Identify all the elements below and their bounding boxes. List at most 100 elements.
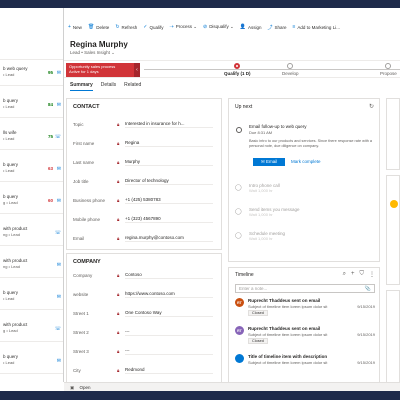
lead-list-item[interactable]: lls wife • Lead 75 ☏ xyxy=(0,128,63,150)
lead-list-item[interactable]: with product ng • Lead ☏ xyxy=(0,224,63,246)
cmd-label: Delete xyxy=(96,24,110,30)
stage-qualify[interactable]: Qualify (1 D) xyxy=(224,63,251,76)
field-value[interactable]: https://www.contoso.com xyxy=(125,291,213,298)
cmd-add-list-button[interactable]: ≡ Add to Marketing Li... xyxy=(293,24,340,30)
contact-section: CONTACT Topic 🔒︎ Interested in insurance f… xyxy=(66,98,222,250)
phone-icon[interactable]: ☏ xyxy=(55,326,61,332)
field-value[interactable]: +1 (425) 5380783 xyxy=(125,197,213,204)
stage-propose[interactable]: Propose xyxy=(380,63,397,76)
email-icon[interactable]: ✉ xyxy=(57,198,61,204)
lead-score: 95 xyxy=(47,70,53,75)
field-label: Last name xyxy=(73,159,95,165)
field-label: First name xyxy=(73,140,95,146)
refresh-icon[interactable]: ↻ xyxy=(369,103,374,110)
lead-list-item[interactable]: b web query • Lead 95 ✉ xyxy=(0,64,63,86)
email-button[interactable]: ✉ Email xyxy=(253,158,286,166)
cmd-qualify-button[interactable]: ✓ Qualify xyxy=(143,24,163,30)
stage-label: Qualify (1 D) xyxy=(224,71,251,76)
lead-list-item[interactable]: b query • Lead 63 ✉ xyxy=(0,160,63,182)
filter-icon[interactable]: ⛉ xyxy=(359,271,364,278)
cmd-process-button[interactable]: ⇢ Process ⌄ xyxy=(170,24,197,30)
lead-list-item[interactable]: b query • Lead ✉ xyxy=(0,288,63,310)
lead-subtitle: • Lead xyxy=(3,296,15,301)
section-title: CONTACT xyxy=(73,104,100,110)
field-value[interactable]: Redmond xyxy=(125,367,213,374)
email-icon[interactable]: ✉ xyxy=(57,70,61,76)
lead-list-item[interactable]: with product g • Lead ☏ xyxy=(0,320,63,342)
lead-subtitle: ng • Lead xyxy=(3,232,20,237)
phone-icon[interactable]: ☏ xyxy=(55,134,61,140)
attach-icon[interactable]: 📎 xyxy=(365,286,371,292)
field-lock-icon: 🔒︎ xyxy=(117,140,120,146)
process-duration: Active for 1 days xyxy=(69,69,99,74)
upcoming-activity[interactable]: ◯ Intro phone call Wait 1,000 hr xyxy=(235,183,375,193)
activity-checkbox[interactable] xyxy=(236,127,242,133)
field-value[interactable]: Regina xyxy=(125,140,213,147)
field-value[interactable]: regina.murphy@contoso.com xyxy=(125,235,213,242)
timeline-item[interactable]: RT Ruprecht Thaddeus sent on email Subject… xyxy=(235,298,375,316)
business-process-flow: Opportunity sales process Active for 1 d… xyxy=(64,60,400,78)
phone-icon[interactable]: ☏ xyxy=(55,230,61,236)
email-icon[interactable]: ✉ xyxy=(57,262,61,268)
field-row: Topic 🔒︎ Interested in insurance for h... xyxy=(73,119,213,129)
chevron-left-icon[interactable]: ‹ xyxy=(134,63,140,77)
timeline-item-date: 9/15/2019 xyxy=(357,332,375,337)
field-label: Street 1 xyxy=(73,310,89,316)
qualify-icon: ✓ xyxy=(143,24,148,30)
lead-list-item[interactable]: b query • Lead 84 ✉ xyxy=(0,96,63,118)
stage-icon xyxy=(287,63,294,69)
timeline-item-title: Ruprecht Thaddeus sent on email xyxy=(248,326,321,331)
email-icon[interactable]: ✉ xyxy=(57,294,61,300)
email-icon[interactable]: ✉ xyxy=(57,166,61,172)
field-value[interactable]: --- xyxy=(125,329,213,336)
field-row: Mobile phone 🔒︎ +1 (323) 4567890 xyxy=(73,214,213,224)
cmd-delete-button[interactable]: 🗑 Delete xyxy=(88,24,109,30)
upcoming-activity[interactable]: ◯ Send items you message Wait 1,000 hr xyxy=(235,207,375,217)
stage-develop[interactable]: Develop xyxy=(282,63,299,76)
cmd-share-button[interactable]: ⤴ Share xyxy=(267,24,286,31)
lead-name: b query xyxy=(3,290,19,295)
field-value[interactable]: Director of technology xyxy=(125,178,213,185)
right-panel-3 xyxy=(386,290,400,383)
assign-icon: 👤 xyxy=(239,24,246,30)
field-label: City xyxy=(73,367,81,373)
tab-details[interactable]: Details xyxy=(101,82,116,91)
search-icon[interactable]: ⌕ xyxy=(343,271,346,278)
email-icon[interactable]: ✉ xyxy=(57,102,61,108)
timeline-item[interactable]: RT Ruprecht Thaddeus sent on email Subject… xyxy=(235,326,375,344)
cmd-assign-button[interactable]: 👤 Assign xyxy=(240,24,262,30)
timeline-item-title: Ruprecht Thaddeus sent on email xyxy=(248,298,321,303)
field-value[interactable]: Contoso xyxy=(125,272,213,279)
record-form-selector[interactable]: Lead • Sales Insight ⌄ xyxy=(70,50,400,56)
field-value[interactable]: Murphy xyxy=(125,159,213,166)
process-icon: ⇢ xyxy=(169,24,174,30)
field-value[interactable]: One Contoso Way xyxy=(125,310,213,317)
status-badge: Closed xyxy=(248,310,268,316)
tab-related[interactable]: Related xyxy=(124,82,141,91)
taskbar xyxy=(0,391,400,400)
activity-title[interactable]: Email follow-up to web query xyxy=(249,124,373,129)
lead-subtitle: ng • Lead xyxy=(3,264,20,269)
timeline-note-input[interactable]: Enter a note... xyxy=(235,284,375,293)
timeline-item[interactable]: Title of timeline item with description S… xyxy=(235,354,375,365)
lead-score: 84 xyxy=(47,102,53,107)
more-icon[interactable]: ⋮ xyxy=(369,271,375,278)
add-icon[interactable]: + xyxy=(351,271,355,278)
email-icon[interactable]: ✉ xyxy=(57,358,61,364)
process-flag[interactable]: Opportunity sales process Active for 1 d… xyxy=(66,63,134,77)
lead-name: with product xyxy=(3,226,28,231)
upcoming-activity[interactable]: ◯ Schedule meeting Wait 1,000 hr xyxy=(235,231,375,241)
lead-name: with product xyxy=(3,322,28,327)
cmd-disqualify-button[interactable]: ⊘ Disqualify ⌄ xyxy=(203,24,234,30)
plus-icon: + xyxy=(68,24,71,30)
tab-summary[interactable]: Summary xyxy=(70,82,93,91)
cmd-refresh-button[interactable]: ↻ Refresh xyxy=(115,24,137,30)
lead-list-item[interactable]: b query • Lead ✉ xyxy=(0,352,63,374)
lead-list-item[interactable]: b query g • Lead 60 ✉ xyxy=(0,192,63,214)
field-value[interactable]: Interested in insurance for h... xyxy=(125,121,213,128)
mark-complete-link[interactable]: Mark complete xyxy=(291,159,321,164)
lead-list-item[interactable]: with product ng • Lead ✉ xyxy=(0,256,63,278)
field-value[interactable]: +1 (323) 4567890 xyxy=(125,216,213,223)
field-value[interactable]: --- xyxy=(125,348,213,355)
cmd-plus-button[interactable]: + New xyxy=(68,24,82,30)
